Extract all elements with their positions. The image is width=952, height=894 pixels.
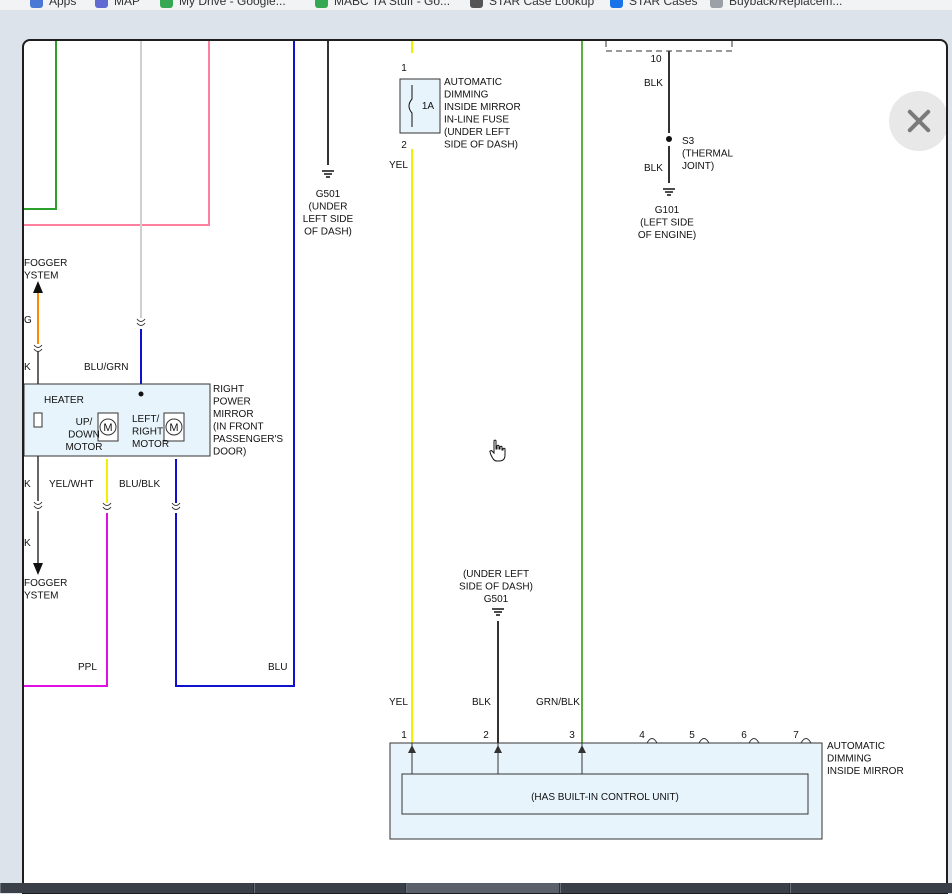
unused-pin-icon [800, 738, 812, 744]
connector-icon [171, 502, 181, 506]
bookmark-icon [710, 0, 723, 9]
arrow-up-icon [33, 281, 43, 293]
connector-icon [136, 322, 146, 326]
splice-dot [138, 391, 144, 397]
pink-wire [24, 41, 210, 226]
connector-pin-label: 6 [741, 730, 747, 741]
label-wire-k-1: K [24, 362, 31, 373]
label-fuse-label: AUTOMATIC DIMMING INSIDE MIRROR IN-LINE FUS… [444, 77, 521, 151]
label-g501-top: G501 (UNDER LEFT SIDE OF DASH) [303, 189, 354, 238]
heater-element-icon [33, 412, 43, 428]
label-mirror-label: AUTOMATIC DIMMING INSIDE MIRROR [827, 741, 904, 777]
bookmarks-bar: Apps MAP My Drive - Google... MABC TA Stuff… [0, 0, 952, 10]
connector-icon [33, 505, 43, 509]
taskbar-item[interactable] [560, 883, 789, 893]
bookmark-item[interactable]: MABC TA Stuff - Go... [315, 0, 451, 9]
bookmark-icon [470, 0, 483, 9]
label-wire-g: G [24, 315, 32, 326]
connector-pin-label: 5 [689, 730, 695, 741]
label-rear-defogger-top: FOGGER YSTEM [24, 258, 67, 282]
connector-icon [171, 506, 181, 510]
bookmark-label: Buyback/Replacem... [729, 0, 843, 8]
bookmark-item[interactable]: MAP [95, 0, 141, 9]
taskbar-item[interactable] [254, 883, 405, 893]
labels: M MFOGGER YSTEMGK BLU/GRNHEATERUP/DOWN MOTOR… [24, 54, 904, 803]
close-button[interactable] [889, 91, 946, 151]
label-fuse-rating: 1A [422, 101, 435, 112]
label-wire-blk-s3: BLK [644, 163, 663, 174]
label-wire-blu: BLU [268, 662, 287, 673]
bookmark-icon [610, 0, 623, 9]
label-wire-yel-bottom: YEL [389, 697, 408, 708]
blu-wire [175, 41, 295, 687]
bookmark-item[interactable]: Apps [30, 0, 77, 9]
label-wire-k-3: K [24, 538, 31, 549]
connector-icon [136, 318, 146, 322]
taskbar [0, 883, 952, 893]
bookmark-label: My Drive - Google... [179, 0, 286, 8]
bookmark-item[interactable]: STAR Case Lookup [470, 0, 595, 9]
taskbar-item[interactable] [790, 883, 952, 893]
control-unit-label: (HAS BUILT-IN CONTROL UNIT) [531, 792, 679, 803]
connector-icon [33, 344, 43, 348]
bookmark-label: STAR Cases [629, 0, 698, 8]
label-wire-yel-top: YEL [389, 160, 408, 171]
bookmark-icon [160, 0, 173, 9]
label-fuse-pin-2: 2 [401, 140, 407, 151]
label-wire-blk-bottom: BLK [472, 697, 491, 708]
bookmark-item[interactable]: Buyback/Replacem... [710, 0, 843, 9]
label-pin-10: 10 [650, 54, 662, 65]
taskbar-item[interactable] [406, 883, 559, 893]
label-fuse-pin-1: 1 [401, 63, 407, 74]
arrow-down-icon [33, 563, 43, 575]
green-wire [24, 41, 57, 210]
bookmark-label: MAP [114, 0, 141, 8]
connector-pin-label: 7 [793, 730, 799, 741]
label-wire-k-2: K [24, 479, 31, 490]
taskbar-item[interactable] [0, 883, 253, 893]
label-g501-bottom: (UNDER LEFT SIDE OF DASH) G501 [459, 569, 533, 605]
motor-symbol: M [169, 422, 178, 434]
label-wire-yel-wht: YEL/WHT [49, 479, 93, 490]
bookmark-icon [95, 0, 108, 9]
connector-pin-label: 3 [569, 730, 575, 741]
hand-cursor-icon [489, 439, 506, 462]
connector-pin-label: 1 [401, 730, 407, 741]
unused-pin-icon [698, 738, 710, 744]
connector-icon [102, 502, 112, 506]
label-heater: HEATER [44, 395, 84, 406]
bookmark-label: Apps [49, 0, 77, 8]
s3-splice-dot [666, 136, 672, 142]
label-wire-blk-top: BLK [644, 78, 663, 89]
viewer-frame: M M FOGGER YSTEM G K BLU/GRN HEATER UP/DOWN MOTOR… [0, 10, 952, 894]
bookmark-item[interactable]: STAR Cases [610, 0, 698, 9]
bookmark-label: MABC TA Stuff - Go... [334, 0, 451, 8]
motor-symbol: M [103, 422, 112, 434]
label-wire-blu-blk: BLU/BLK [119, 479, 160, 490]
connector-pin-label: 2 [483, 730, 489, 741]
label-wire-ppl: PPL [78, 662, 97, 673]
connector-icon [102, 506, 112, 510]
unused-pin-icon [748, 738, 760, 744]
dashed-connector [605, 41, 733, 52]
label-rear-defogger-bottom: FOGGER YSTEM [24, 578, 67, 602]
diagram-viewer: M M FOGGER YSTEM G K BLU/GRN HEATER UP/DOWN MOTOR… [22, 39, 948, 894]
wiring-diagram: M MFOGGER YSTEMGK BLU/GRNHEATERUP/DOWN MOTOR… [24, 41, 904, 840]
unused-pin-icon [646, 738, 658, 744]
connector-pin-label: 4 [639, 730, 645, 741]
label-s3-label: S3 (THERMAL JOINT) [682, 136, 734, 172]
connector-icon [33, 348, 43, 352]
connector-icon [33, 501, 43, 505]
bookmark-label: STAR Case Lookup [489, 0, 595, 8]
label-right-power-mirror: RIGHT POWER MIRROR (IN FRONT PASSENGER'S DOOR… [213, 384, 283, 458]
label-wire-grn-blk: GRN/BLK [536, 697, 580, 708]
bookmark-icon [30, 0, 43, 9]
bookmark-item[interactable]: My Drive - Google... [160, 0, 286, 9]
bookmark-icon [315, 0, 328, 9]
label-wire-blu-grn: BLU/GRN [84, 362, 128, 373]
label-g101: G101 (LEFT SIDE OF ENGINE) [638, 205, 696, 241]
